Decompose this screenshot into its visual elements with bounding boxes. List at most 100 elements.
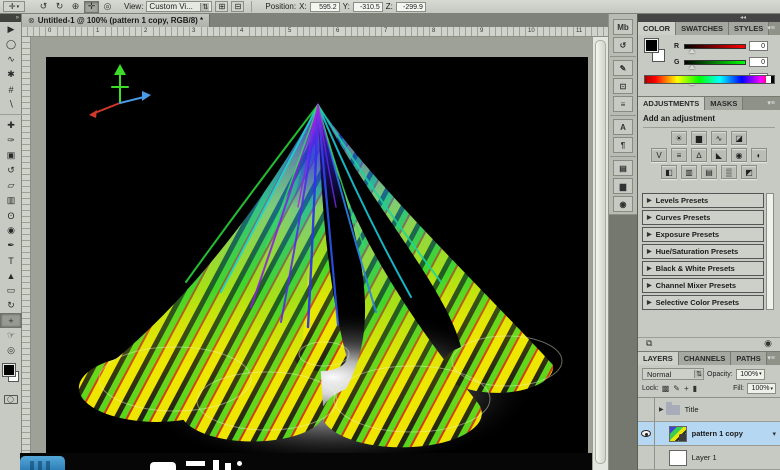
gradient-map-adjustment-icon[interactable]: ▒ — [721, 165, 737, 179]
tab-swatches[interactable]: SWATCHES — [676, 22, 730, 35]
dropdown-stepper-icon[interactable]: ⇅ — [694, 370, 703, 378]
clone-source-panel-icon[interactable]: ⊡ — [613, 78, 633, 94]
expand-triangle-icon[interactable]: ▶ — [647, 299, 652, 306]
foreground-color-swatch[interactable] — [2, 363, 16, 377]
panel-menu-icon[interactable]: ▾≡ — [767, 99, 778, 107]
preset-group-row[interactable]: ▶ Channel Mixer Presets — [642, 278, 764, 293]
position-y-field[interactable]: -310.5 — [352, 1, 383, 12]
expand-triangle-icon[interactable]: ▶ — [647, 231, 652, 238]
3d-rotate-tool[interactable]: ↻ — [0, 298, 22, 313]
healing-brush-tool[interactable]: ✚ — [0, 118, 22, 133]
tab-masks[interactable]: MASKS — [705, 97, 744, 110]
exposure-adjustment-icon[interactable]: ◪ — [731, 131, 747, 145]
orbit-3d-camera-tool[interactable]: ↺ — [36, 1, 51, 13]
photo-filter-adjustment-icon[interactable]: ◉ — [731, 148, 747, 162]
hue-saturation-adjustment-icon[interactable]: ≡ — [671, 148, 687, 162]
layer-options-caret[interactable]: ▾ — [772, 430, 776, 438]
threshold-adjustment-icon[interactable]: ▤ — [701, 165, 717, 179]
layer-thumbnail[interactable] — [665, 401, 680, 415]
lock-transparent-pixels-icon[interactable]: ▩ — [662, 384, 670, 393]
expand-triangle-icon[interactable]: ▶ — [647, 197, 652, 204]
zoom-3d-camera-tool[interactable]: ◎ — [100, 1, 115, 13]
preset-group-row[interactable]: ▶ Levels Presets — [642, 193, 764, 208]
info-panel-icon[interactable]: ◉ — [613, 196, 633, 212]
preset-group-row[interactable]: ▶ Exposure Presets — [642, 227, 764, 242]
document-tab[interactable]: ⊗ Untitled-1 @ 100% (pattern 1 copy, RGB… — [22, 14, 211, 27]
crop-tool[interactable]: # — [0, 82, 22, 97]
color-spectrum-ramp[interactable] — [644, 75, 775, 84]
scrollbar-thumb[interactable] — [595, 40, 606, 464]
pen-tool[interactable]: ✒ — [0, 238, 22, 253]
panel-menu-icon[interactable]: ▾≡ — [767, 24, 778, 32]
tab-layers[interactable]: LAYERS — [638, 352, 679, 365]
blur-tool[interactable]: ʘ — [0, 208, 22, 223]
dropdown-stepper-icon[interactable]: ⇅ — [200, 2, 210, 11]
hand-tool[interactable]: ☞ — [0, 328, 22, 343]
gradient-tool[interactable]: ▥ — [0, 193, 22, 208]
shape-tool[interactable]: ▭ — [0, 283, 22, 298]
path-selection-tool[interactable]: ▲ — [0, 268, 22, 283]
selective-color-adjustment-icon[interactable]: ◩ — [741, 165, 757, 179]
vibrance-adjustment-icon[interactable]: V — [651, 148, 667, 162]
color-balance-adjustment-icon[interactable]: ∆ — [691, 148, 707, 162]
lock-all-icon[interactable]: ▮ — [693, 384, 697, 393]
visibility-toggle[interactable] — [638, 446, 655, 469]
quick-selection-tool[interactable]: ✱ — [0, 67, 22, 82]
clip-to-layer-button[interactable]: ◉ — [764, 338, 772, 349]
tab-styles[interactable]: STYLES — [729, 22, 770, 35]
tab-adjustments[interactable]: ADJUSTMENTS — [638, 97, 706, 110]
dock-separator[interactable] — [610, 156, 636, 157]
3d-camera-tool[interactable]: + — [0, 313, 22, 328]
expand-triangle-icon[interactable]: ▶ — [647, 282, 652, 289]
layer-name[interactable]: Title — [685, 405, 699, 414]
channel-mixer-adjustment-icon[interactable]: ◐ — [751, 148, 767, 162]
posterize-adjustment-icon[interactable]: ▥ — [681, 165, 697, 179]
preset-scrollbar[interactable] — [766, 193, 774, 310]
brightness-contrast-adjustment-icon[interactable]: ☀ — [671, 131, 687, 145]
histogram-panel-icon[interactable]: ▆ — [613, 178, 633, 194]
close-icon[interactable]: ⊗ — [28, 16, 35, 25]
lock-position-icon[interactable]: + — [684, 384, 689, 393]
paragraph-panel-icon[interactable]: ¶ — [613, 137, 633, 153]
lock-image-pixels-icon[interactable]: ✎ — [673, 384, 680, 393]
zoom-tool[interactable]: ◎ — [0, 343, 22, 358]
tab-color[interactable]: COLOR — [638, 22, 677, 35]
type-tool[interactable]: T — [0, 253, 22, 268]
dock-separator[interactable] — [610, 56, 636, 57]
tab-paths[interactable]: PATHS — [731, 352, 767, 365]
expand-triangle-icon[interactable]: ▶ — [647, 248, 652, 255]
layer-row-title[interactable]: ▶ Title ▾ — [638, 398, 780, 422]
fill-field[interactable]: 100% ▾ — [747, 383, 776, 394]
layer-thumbnail[interactable] — [668, 449, 687, 466]
marquee-tool[interactable]: ◯ — [0, 37, 22, 52]
preset-group-row[interactable]: ▶ Curves Presets — [642, 210, 764, 225]
move-tool[interactable]: ▶ — [0, 22, 22, 37]
quick-mask-button[interactable]: ◯ — [3, 395, 18, 404]
save-view-button[interactable]: ⊞ — [215, 1, 229, 12]
tool-preset-picker[interactable]: ✛ ▾ — [3, 1, 25, 12]
layer-name[interactable]: Layer 1 — [692, 453, 717, 462]
visibility-toggle[interactable] — [638, 398, 655, 421]
clone-stamp-tool[interactable]: ▣ — [0, 148, 22, 163]
layer-name[interactable]: pattern 1 copy — [692, 429, 743, 438]
expand-triangle-icon[interactable]: ▶ — [647, 214, 652, 221]
invert-adjustment-icon[interactable]: ◧ — [661, 165, 677, 179]
vertical-scrollbar[interactable] — [592, 37, 608, 470]
preset-group-row[interactable]: ▶ Black & White Presets — [642, 261, 764, 276]
channel-slider[interactable] — [684, 43, 746, 49]
collapse-panels-button[interactable]: ◂◂ — [638, 14, 780, 22]
lasso-tool[interactable]: ∿ — [0, 52, 22, 67]
levels-adjustment-icon[interactable]: ▆ — [691, 131, 707, 145]
dock-separator[interactable] — [610, 115, 636, 116]
expanded-view-button[interactable]: ⧉ — [646, 338, 652, 349]
history-panel-icon[interactable]: ↺ — [613, 37, 633, 53]
preset-group-row[interactable]: ▶ Selective Color Presets — [642, 295, 764, 310]
view-dropdown[interactable]: Custom Vi... ⇅ — [146, 1, 213, 12]
channel-slider[interactable] — [684, 59, 746, 65]
history-brush-tool[interactable]: ↺ — [0, 163, 22, 178]
roll-3d-camera-tool[interactable]: ↻ — [52, 1, 67, 13]
delete-view-button[interactable]: ⊟ — [231, 1, 245, 12]
tab-channels[interactable]: CHANNELS — [678, 352, 732, 365]
mini-bridge-panel-icon[interactable]: Mb — [613, 19, 633, 35]
group-expand-arrow[interactable]: ▶ — [659, 406, 664, 413]
